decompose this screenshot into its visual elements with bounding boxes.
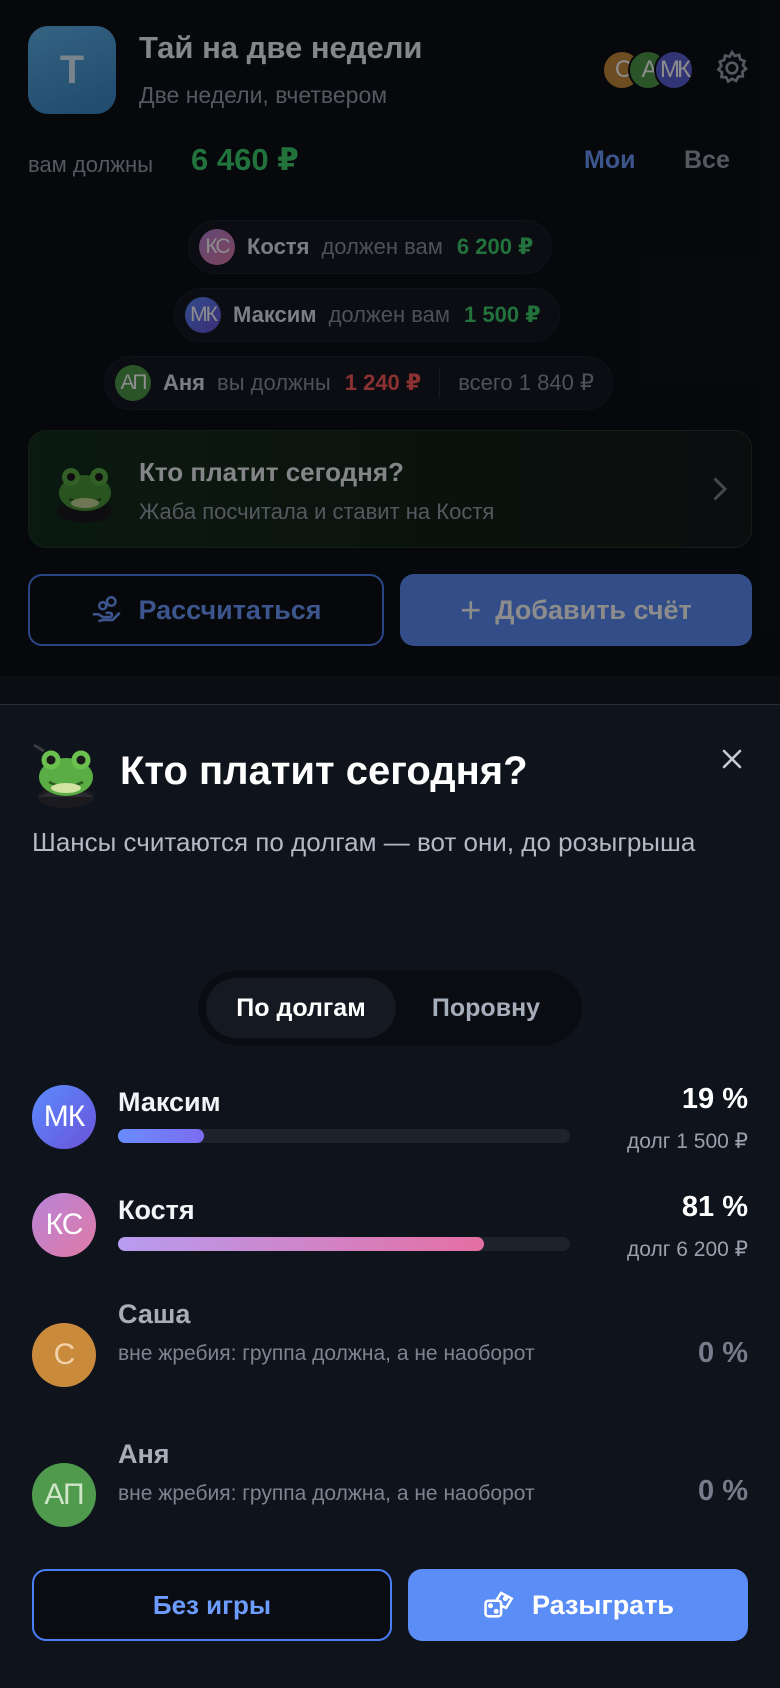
filter-mine[interactable]: Мои	[584, 146, 635, 175]
participant-name: Максим	[118, 1087, 221, 1117]
play-label: Разыграть	[531, 1589, 675, 1620]
dice-icon	[484, 1591, 514, 1618]
group-avatar: Т	[28, 26, 116, 114]
gear-icon[interactable]	[712, 48, 752, 88]
balance-total: всего 1 840 ₽	[458, 370, 594, 395]
who-pays-sheet: Кто платит сегодня? Шансы считаются по д…	[0, 704, 780, 1688]
balance-pill-anya[interactable]: АП Аня вы должны 1 240 ₽ всего 1 840 ₽	[104, 356, 613, 410]
sheet-description: Шансы считаются по долгам — вот они, до …	[32, 827, 696, 857]
balance-amount: 1 500 ₽	[464, 302, 541, 327]
owed-amount: 6 460 ₽	[191, 142, 299, 177]
balance-name: Максим	[233, 302, 317, 327]
who-pays-card[interactable]: Кто платит сегодня? Жаба посчитала и ста…	[28, 430, 752, 548]
participant-row: МК Максим 19 % долг 1 500 ₽	[32, 1077, 748, 1167]
avatar: АП	[115, 365, 151, 401]
excluded-note: вне жребия: группа должна, а не наоборот	[118, 1482, 535, 1505]
who-pays-title: Кто платит сегодня?	[139, 457, 404, 487]
owed-summary: вам должны 6 460 ₽ Мои Все	[28, 142, 752, 186]
member-avatars[interactable]: С А МК	[602, 50, 702, 90]
settle-button[interactable]: Рассчитаться	[28, 574, 384, 646]
balance-amount: 1 240 ₽	[344, 370, 422, 395]
owed-label: вам должны	[28, 152, 154, 177]
mode-segmented-control: По долгам Поровну	[198, 971, 582, 1045]
avatar: С	[32, 1323, 96, 1387]
frog-icon	[57, 468, 113, 523]
divider	[439, 368, 441, 398]
group-screen: Т Тай на две недели Две недели, вчетверо…	[0, 0, 780, 676]
avatar: МК	[185, 297, 221, 333]
sheet-title: Кто платит сегодня?	[120, 749, 528, 793]
avatar: АП	[32, 1463, 96, 1527]
participant-row: С Саша вне жребия: группа должна, а не н…	[32, 1293, 748, 1417]
segment-equal[interactable]: Поровну	[396, 978, 576, 1038]
chance-bar-fill	[118, 1237, 485, 1251]
chance-percent: 0 %	[698, 1337, 748, 1369]
chance-bar-fill	[118, 1129, 204, 1143]
excluded-note: вне жребия: группа должна, а не наоборот	[118, 1342, 535, 1365]
participant-debt: долг 6 200 ₽	[627, 1238, 748, 1261]
participant-name: Костя	[118, 1195, 195, 1225]
participant-row: КС Костя 81 % долг 6 200 ₽	[32, 1185, 748, 1275]
participant-name: Аня	[118, 1439, 170, 1469]
avatar: МК	[32, 1085, 96, 1149]
balance-text: должен вам	[328, 302, 451, 327]
participant-debt: долг 1 500 ₽	[627, 1130, 748, 1153]
close-icon[interactable]	[712, 739, 752, 779]
add-bill-button[interactable]: + Добавить счёт	[400, 574, 752, 646]
group-header: Т Тай на две недели Две недели, вчетверо…	[28, 26, 752, 114]
segment-by-debt[interactable]: По долгам	[206, 978, 396, 1038]
balance-text: вы должны	[217, 370, 331, 395]
balance-text: должен вам	[321, 234, 443, 259]
chance-percent: 81 %	[681, 1191, 748, 1223]
settle-label: Рассчитаться	[138, 594, 322, 625]
chevron-right-icon	[713, 477, 728, 501]
chance-percent: 19 %	[681, 1083, 748, 1115]
group-subtitle: Две недели, вчетвером	[139, 82, 388, 108]
chance-percent: 0 %	[698, 1475, 748, 1507]
balance-pill-maksim[interactable]: МК Максим должен вам 1 500 ₽	[174, 288, 560, 342]
avatar: МК	[654, 50, 694, 90]
participant-row: АП Аня вне жребия: группа должна, а не н…	[32, 1433, 748, 1557]
plus-icon: +	[460, 589, 482, 630]
filter-all[interactable]: Все	[684, 146, 730, 175]
frog-icon	[33, 743, 94, 808]
balance-amount: 6 200 ₽	[456, 234, 534, 259]
balance-name: Аня	[163, 370, 206, 395]
avatar: КС	[199, 229, 235, 265]
participant-name: Саша	[118, 1299, 191, 1329]
group-title: Тай на две недели	[139, 30, 423, 65]
hand-coins-icon	[93, 595, 122, 623]
balance-name: Костя	[247, 234, 310, 259]
chance-bar	[118, 1237, 570, 1251]
chance-bar	[118, 1129, 570, 1143]
avatar: КС	[32, 1193, 96, 1257]
add-bill-label: Добавить счёт	[495, 594, 692, 625]
balance-pill-kostya[interactable]: КС Костя должен вам 6 200 ₽	[188, 220, 553, 274]
play-button[interactable]: Разыграть	[408, 1569, 748, 1641]
who-pays-subtitle: Жаба посчитала и ставит на Костя	[139, 499, 495, 524]
no-game-button[interactable]: Без игры	[32, 1569, 392, 1641]
